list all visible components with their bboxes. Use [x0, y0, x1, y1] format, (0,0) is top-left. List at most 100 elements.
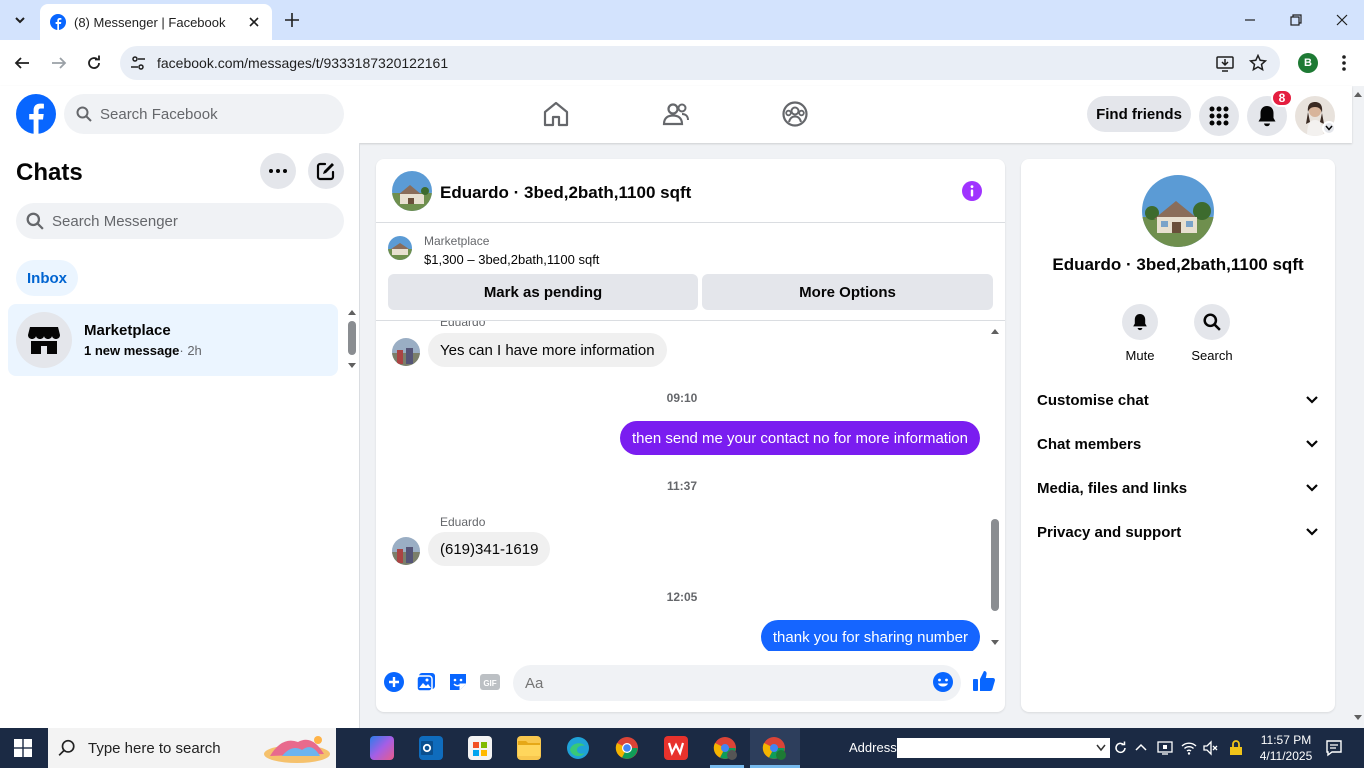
thread-scrollbar[interactable] — [991, 519, 999, 611]
address-go-icon[interactable] — [1113, 740, 1129, 756]
mark-as-pending-button[interactable]: Mark as pending — [388, 274, 698, 310]
privacy-support-section[interactable]: Privacy and support — [1029, 512, 1327, 552]
tab-search-dropdown-icon[interactable] — [8, 8, 32, 32]
groups-icon[interactable] — [781, 100, 809, 128]
plus-circle-icon[interactable] — [383, 671, 405, 693]
chrome-app-icon[interactable] — [615, 736, 639, 760]
conversation-title[interactable]: Eduardo · 3bed,2bath,1100 sqft — [440, 183, 691, 203]
marketplace-store-icon — [28, 327, 60, 354]
message-sender-name: Eduardo — [440, 515, 486, 529]
wifi-icon[interactable] — [1181, 740, 1197, 756]
new-tab-icon[interactable] — [282, 10, 302, 30]
restore-window-icon[interactable] — [1286, 10, 1306, 30]
message-timestamp: 12:05 — [666, 590, 698, 604]
display-tray-icon[interactable] — [1157, 740, 1173, 756]
section-label: Customise chat — [1037, 391, 1149, 409]
page-scroll-up-icon[interactable] — [1353, 90, 1363, 98]
taskbar-address-input[interactable] — [897, 738, 1110, 758]
conversation-info-panel: Eduardo · 3bed,2bath,1100 sqft Mute Sear… — [1021, 159, 1335, 712]
customise-chat-section[interactable]: Customise chat — [1029, 380, 1327, 420]
copilot-app-icon[interactable] — [370, 736, 394, 760]
install-app-icon[interactable] — [1216, 54, 1234, 72]
search-highlight-illustration-icon — [264, 736, 330, 763]
section-label: Media, files and links — [1037, 479, 1188, 497]
account-chevron-down-icon[interactable] — [1322, 121, 1336, 135]
thread-scroll-down-icon[interactable] — [990, 639, 1000, 647]
taskbar-clock[interactable]: 11:57 PM 4/11/2025 — [1256, 732, 1316, 764]
chat-item-name: Marketplace — [84, 322, 171, 339]
chevron-down-icon[interactable] — [1096, 744, 1106, 752]
volume-muted-icon[interactable] — [1203, 740, 1219, 756]
chats-sidebar: Chats Search Messenger Inbox Marketplace… — [0, 143, 360, 728]
chrome-active-app-icon[interactable] — [762, 736, 786, 760]
message-bubble-incoming[interactable]: (619)341-1619 — [428, 532, 551, 566]
emoji-icon[interactable] — [932, 671, 954, 693]
minimize-window-icon[interactable] — [1240, 10, 1260, 30]
tab-close-icon[interactable] — [246, 14, 262, 30]
thread-scroll-up-icon[interactable] — [990, 327, 1000, 335]
menu-grid-button[interactable] — [1199, 96, 1239, 136]
wps-office-app-icon[interactable] — [664, 736, 688, 760]
edge-browser-app-icon[interactable] — [566, 736, 590, 760]
info-panel-avatar[interactable] — [1142, 175, 1214, 247]
conversation-info-icon[interactable] — [962, 181, 982, 201]
notification-center-icon[interactable] — [1325, 739, 1343, 757]
inbox-filter-tab[interactable]: Inbox — [16, 260, 78, 296]
file-explorer-app-icon[interactable] — [517, 736, 541, 760]
message-bubble-outgoing[interactable]: thank you for sharing number — [760, 620, 980, 651]
chrome-profile-app-icon[interactable] — [713, 736, 737, 760]
windows-start-icon[interactable] — [14, 739, 32, 757]
site-info-icon[interactable] — [130, 55, 146, 71]
chat-list-scroll-up-icon[interactable] — [347, 308, 357, 316]
listing-thumbnail[interactable] — [388, 236, 412, 260]
url-text[interactable]: facebook.com/messages/t/9333187320122161 — [157, 55, 448, 71]
facebook-search-input[interactable]: Search Facebook — [64, 94, 344, 134]
photo-attach-icon[interactable] — [415, 671, 437, 693]
show-hidden-icons-icon[interactable] — [1133, 740, 1149, 756]
chat-list-scrollbar[interactable] — [348, 321, 356, 355]
message-thread: Eduardo Yes can I have more information … — [376, 321, 1005, 651]
friends-icon[interactable] — [662, 100, 690, 128]
browser-menu-icon[interactable] — [1336, 53, 1352, 73]
chat-list-scroll-down-icon[interactable] — [347, 362, 357, 370]
forward-icon[interactable] — [48, 52, 70, 74]
thumbs-up-icon[interactable] — [972, 669, 996, 693]
message-bubble-outgoing[interactable]: then send me your contact no for more in… — [619, 421, 980, 455]
address-bar[interactable]: facebook.com/messages/t/9333187320122161 — [120, 46, 1280, 80]
reload-icon[interactable] — [83, 52, 105, 74]
chat-options-button[interactable] — [260, 153, 296, 189]
chat-members-section[interactable]: Chat members — [1029, 424, 1327, 464]
outlook-app-icon[interactable] — [419, 736, 443, 760]
chat-list-item-marketplace[interactable]: Marketplace 1 new message· 2h — [8, 304, 338, 376]
bookmark-star-icon[interactable] — [1249, 54, 1267, 72]
compose-icon — [316, 162, 335, 181]
home-icon[interactable] — [542, 100, 570, 128]
facebook-logo-icon[interactable] — [16, 94, 56, 134]
taskbar-search-box[interactable]: Type here to search — [48, 728, 336, 768]
mute-button[interactable]: Mute — [1110, 304, 1170, 363]
new-message-button[interactable] — [308, 153, 344, 189]
taskbar-address-label: Address — [849, 740, 897, 755]
media-files-links-section[interactable]: Media, files and links — [1029, 468, 1327, 508]
message-input[interactable] — [513, 665, 961, 701]
page-scroll-down-icon[interactable] — [1353, 714, 1363, 722]
gif-icon[interactable]: GIF — [479, 671, 501, 693]
bell-icon — [1133, 314, 1147, 331]
back-icon[interactable] — [11, 52, 33, 74]
conversation-avatar[interactable] — [392, 171, 432, 211]
search-icon — [26, 212, 44, 230]
search-in-conversation-button[interactable]: Search — [1182, 304, 1242, 363]
browser-tab-messenger[interactable]: (8) Messenger | Facebook — [40, 4, 272, 40]
browser-profile-avatar[interactable]: B — [1298, 53, 1318, 73]
message-bubble-incoming[interactable]: Yes can I have more information — [428, 333, 667, 367]
microsoft-store-app-icon[interactable] — [468, 736, 492, 760]
more-options-button[interactable]: More Options — [702, 274, 993, 310]
messenger-search-input[interactable]: Search Messenger — [16, 203, 344, 239]
sticker-icon[interactable] — [447, 671, 469, 693]
listing-price-title[interactable]: $1,300 – 3bed,2bath,1100 sqft — [424, 252, 599, 267]
search-label: Search — [1191, 348, 1233, 363]
facebook-favicon-icon — [50, 14, 66, 30]
language-tray-icon[interactable] — [1228, 740, 1244, 756]
find-friends-button[interactable]: Find friends — [1087, 96, 1191, 132]
close-window-icon[interactable] — [1332, 10, 1352, 30]
